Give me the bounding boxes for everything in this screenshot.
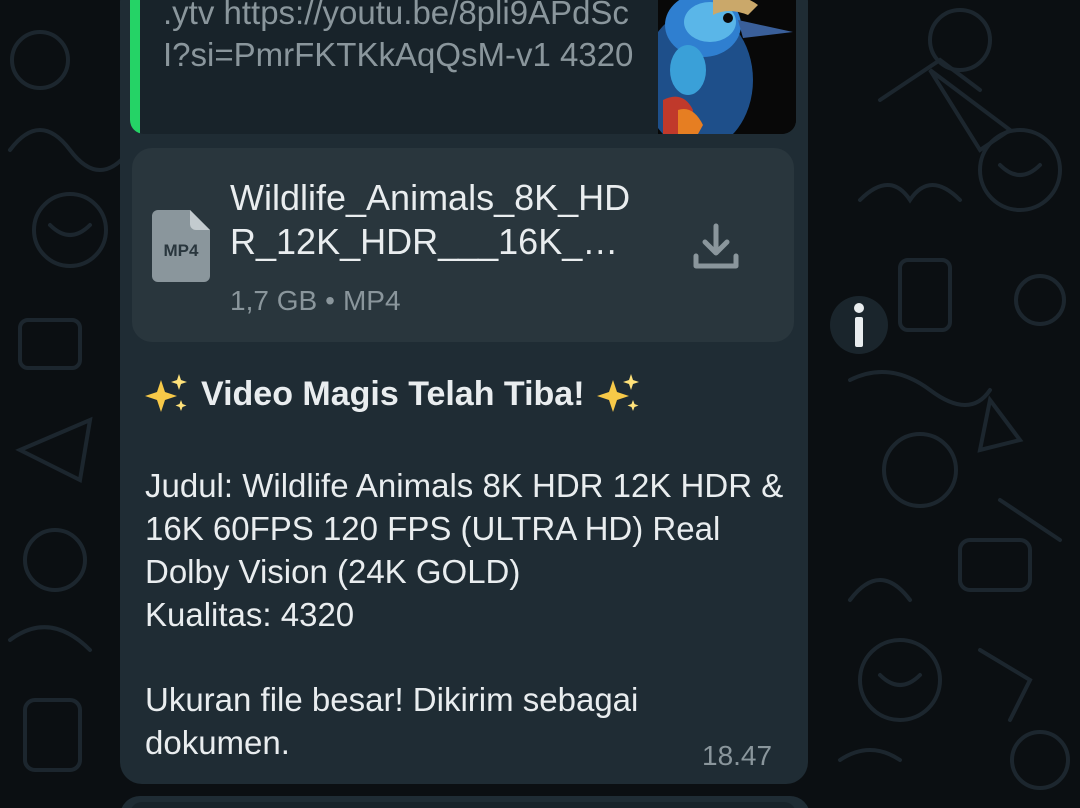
- message-note-line: Ukuran file besar! Dikirim sebagai dokum…: [145, 681, 639, 761]
- sparkles-icon: [596, 374, 639, 412]
- info-icon: [854, 303, 864, 347]
- bird-thumbnail-image: [658, 0, 796, 134]
- message-timestamp: 18.47: [702, 740, 773, 771]
- headline-text: Video Magis Telah Tiba!: [201, 374, 585, 413]
- sparkles-icon: [145, 374, 187, 412]
- document-attachment[interactable]: MP4 Wildlife_Animals_8K_HDR_12K_HDR___16…: [132, 148, 794, 342]
- message-headline: Video Magis Telah Tiba!: [145, 366, 785, 422]
- quoted-message[interactable]: .ytv https://youtu.be/8pli9APdScI?si=Pmr…: [130, 0, 796, 134]
- message-text: Video Magis Telah Tiba! Judul: Wildlife …: [145, 366, 785, 764]
- next-quoted-message: [130, 802, 796, 808]
- document-filename: Wildlife_Animals_8K_HDR_12K_HDR___16K_…: [230, 177, 631, 262]
- info-button[interactable]: [830, 296, 888, 354]
- quoted-text: .ytv https://youtu.be/8pli9APdScI?si=Pmr…: [163, 0, 634, 73]
- quote-accent-bar: [130, 0, 140, 134]
- download-icon[interactable]: [690, 220, 742, 272]
- document-size: 1,7 GB: [230, 285, 318, 316]
- file-type-label: MP4: [164, 241, 200, 260]
- quoted-thumbnail: [658, 0, 796, 134]
- meta-separator: •: [325, 285, 335, 316]
- message-title-line: Judul: Wildlife Animals 8K HDR 12K HDR &…: [145, 467, 784, 590]
- mp4-file-icon: MP4: [152, 210, 210, 282]
- document-type: MP4: [342, 285, 401, 316]
- chat-background: .ytv https://youtu.be/8pli9APdScI?si=Pmr…: [0, 0, 1080, 808]
- message-quality-line: Kualitas: 4320: [145, 596, 355, 633]
- document-meta: 1,7 GB • MP4: [230, 285, 401, 317]
